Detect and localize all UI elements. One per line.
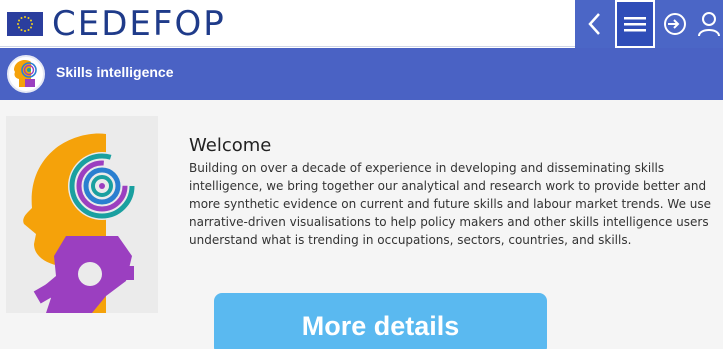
welcome-heading: Welcome [189,135,272,156]
cedefop-logo[interactable]: CEDEFOP [52,2,226,46]
menu-button[interactable] [615,0,655,48]
section-bar: Skills intelligence [0,48,723,100]
top-header: CEDEFOP [0,0,723,48]
chevron-left-icon [588,13,600,35]
back-button[interactable] [575,0,615,48]
skills-intelligence-illustration [6,116,158,313]
welcome-paragraph: Building on over a decade of experience … [189,161,712,247]
login-icon [664,13,686,35]
login-button[interactable] [655,0,695,48]
skills-head-icon [7,55,45,93]
page: CEDEFOP Skills intelligence Welcome Buil… [0,0,723,349]
section-title: Skills intelligence [56,64,174,80]
more-details-button[interactable]: More details [214,293,547,349]
eu-flag-icon [7,12,43,36]
more-details-label: More details [301,311,460,341]
user-button[interactable] [695,0,723,48]
user-icon [698,12,720,37]
hamburger-menu-icon [624,17,646,32]
logo-text: CEDEFOP [52,4,226,44]
header-divider [0,46,575,47]
